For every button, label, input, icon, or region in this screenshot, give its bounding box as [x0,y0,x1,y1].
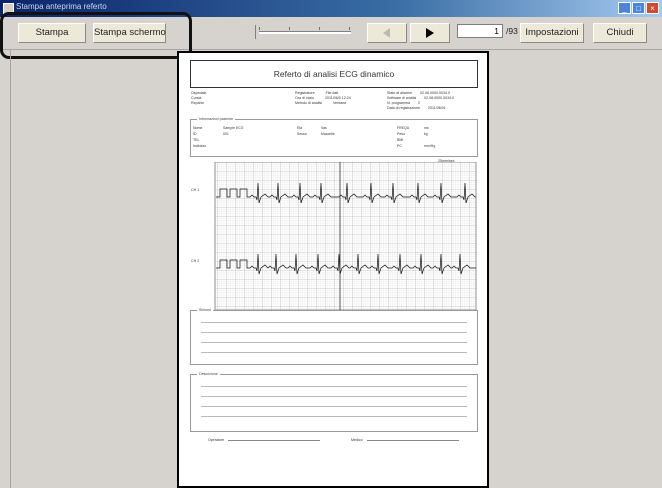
close-icon[interactable]: × [646,2,659,14]
patient-field: ID [193,132,197,136]
left-panel-divider [10,49,11,488]
doctor-label: Medico [351,438,363,442]
slider-tick [289,27,290,30]
patient-info-section: Informazioni paziente [190,117,478,157]
slider-track [259,31,351,34]
next-page-button[interactable] [410,23,450,43]
symptoms-label: Sintomi [197,308,213,312]
slider-tick [349,27,350,30]
department-label: Reparto [191,101,204,105]
maximize-icon[interactable]: □ [632,2,645,14]
slider-tick [319,27,320,30]
patient-field: FREQU [397,126,410,130]
patient-field: Peso [397,132,405,136]
patient-field: Sesso [297,132,307,136]
hospital-info: Ospedale Corsia Reparto [191,91,206,106]
close-button[interactable]: Chiudi [593,23,647,43]
description-section: Descrizione [190,372,478,432]
patient-field: kg [424,132,428,136]
patient-field: Indirizzo [193,144,207,148]
ch1-label: CH 1 [191,188,200,192]
patient-field: TEL [193,138,200,142]
recording-date-value: 2011/06/01 [427,106,446,110]
analysis-method-value: Ventana [332,101,347,105]
minimize-icon[interactable]: _ [618,2,631,14]
patient-field: mm/Hg [424,144,436,148]
ecg-chart [214,161,477,311]
patient-field: Nome [193,126,203,130]
operator-label: Operatore [208,438,225,442]
next-arrow-icon [426,28,434,38]
ecg-strip: CH 1 CH 2 [190,161,478,311]
window-title: Stampa anteprima referto [16,2,107,11]
symptoms-section: Sintomi [190,308,478,365]
page-total: /93 [506,26,518,36]
patient-field: 001 [223,132,229,136]
ch2-label: CH 2 [191,259,200,263]
page-slider[interactable] [255,23,352,41]
patient-field: Età [297,126,303,130]
patient-field: PC [397,144,402,148]
patient-field: BMI [397,138,404,142]
slider-tick [259,27,260,30]
description-label: Descrizione [197,372,220,376]
highlight-annotation [0,12,192,59]
patient-field: ms [424,126,429,130]
patient-field: Sample ECG [223,126,244,130]
doctor-signature: Medico [351,437,459,442]
software-value: 02.08.0000.0034.0 [424,96,455,100]
recording-date-label: Data di registrazione [387,106,420,110]
window-controls: _ □ × [618,2,659,14]
previous-arrow-icon [383,28,390,38]
operator-signature: Operatore [208,437,321,442]
software-info: Stato di allarme 02.08.0000.0034.0 Softwa… [387,91,454,111]
prev-page-button[interactable] [367,23,407,43]
ecg-grid [214,161,477,311]
patient-section-label: Informazioni paziente [197,117,236,121]
settings-button[interactable]: Impostazioni [520,23,584,43]
page-number-input[interactable]: 1 [457,24,503,38]
patient-field: Vas [321,126,327,130]
report-title: Referto di analisi ECG dinamico [190,60,478,88]
patient-field: Maschile [321,132,335,136]
report-preview-page: Referto di analisi ECG dinamico Ospedale… [177,51,489,488]
analysis-method-label: Metodo di analisi [295,101,322,105]
recorder-info: Registratore File dati Ora di inizio 2011/… [295,91,351,106]
